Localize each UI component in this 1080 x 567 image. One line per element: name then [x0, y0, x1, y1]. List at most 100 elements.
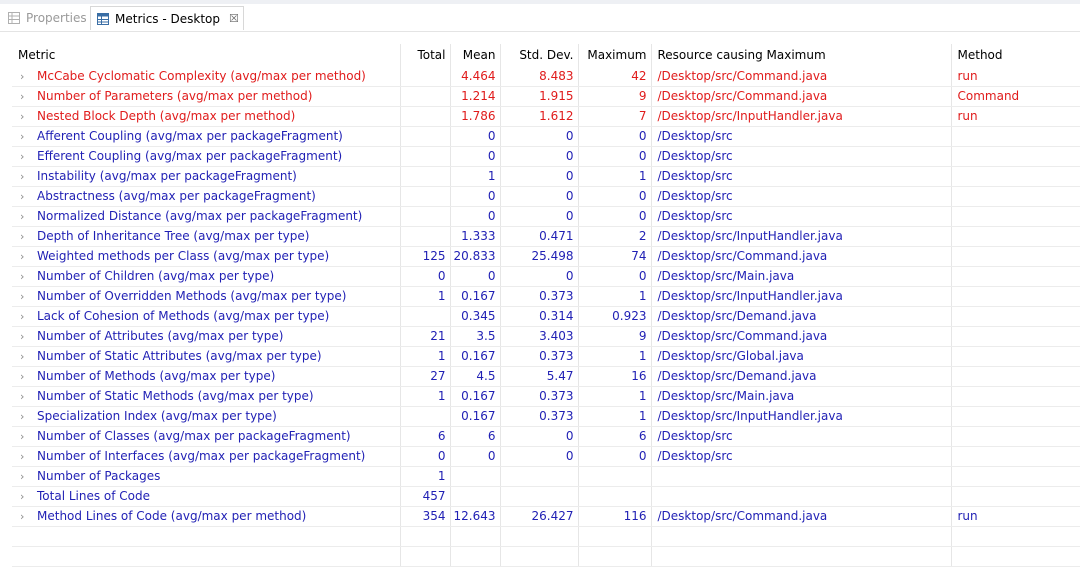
table-row[interactable]: › Nested Block Depth (avg/max per method)… — [12, 106, 1080, 127]
cell-method — [951, 266, 1080, 287]
cell-stddev — [500, 486, 579, 507]
chevron-right-icon[interactable]: › — [20, 490, 30, 503]
cell-total — [400, 106, 451, 127]
table-row[interactable]: › Specialization Index (avg/max per type)… — [12, 406, 1080, 427]
chevron-right-icon[interactable]: › — [20, 370, 30, 383]
chevron-right-icon[interactable]: › — [20, 210, 30, 223]
cell-metric: › Efferent Coupling (avg/max per packageF… — [12, 146, 401, 167]
cell-maximum: 6 — [578, 426, 652, 447]
table-row[interactable]: › Number of Attributes (avg/max per type)… — [12, 326, 1080, 347]
table-row[interactable]: › Number of Parameters (avg/max per metho… — [12, 86, 1080, 107]
metric-label: Weighted methods per Class (avg/max per … — [37, 249, 330, 263]
empty-cell — [500, 546, 579, 567]
chevron-right-icon[interactable]: › — [20, 270, 30, 283]
table-row[interactable]: › Total Lines of Code 457 — [12, 486, 1080, 507]
metric-label: Method Lines of Code (avg/max per method… — [37, 509, 307, 523]
chevron-right-icon[interactable]: › — [20, 450, 30, 463]
chevron-right-icon[interactable]: › — [20, 510, 30, 523]
cell-total: 1 — [400, 346, 451, 367]
cell-maximum: 0 — [578, 446, 652, 467]
table-row[interactable]: › Number of Packages 1 — [12, 466, 1080, 487]
metric-label: Lack of Cohesion of Methods (avg/max per… — [37, 309, 330, 323]
cell-total: 6 — [400, 426, 451, 447]
chevron-right-icon[interactable]: › — [20, 190, 30, 203]
table-row[interactable]: › Number of Overridden Methods (avg/max p… — [12, 286, 1080, 307]
column-header-total[interactable]: Total — [400, 44, 451, 66]
chevron-right-icon[interactable]: › — [20, 130, 30, 143]
metric-label: Number of Static Methods (avg/max per ty… — [37, 389, 314, 403]
table-row[interactable]: › McCabe Cyclomatic Complexity (avg/max p… — [12, 66, 1080, 87]
chevron-right-icon[interactable]: › — [20, 110, 30, 123]
chevron-right-icon[interactable]: › — [20, 390, 30, 403]
cell-mean: 0 — [450, 446, 501, 467]
chevron-right-icon[interactable]: › — [20, 230, 30, 243]
cell-method — [951, 226, 1080, 247]
cell-stddev: 0.373 — [500, 286, 579, 307]
column-header-maximum[interactable]: Maximum — [578, 44, 652, 66]
chevron-right-icon[interactable]: › — [20, 90, 30, 103]
table-row[interactable]: › Depth of Inheritance Tree (avg/max per … — [12, 226, 1080, 247]
cell-total: 21 — [400, 326, 451, 347]
table-row[interactable]: › Weighted methods per Class (avg/max per… — [12, 246, 1080, 267]
cell-maximum: 1 — [578, 286, 652, 307]
cell-total: 0 — [400, 266, 451, 287]
chevron-right-icon[interactable]: › — [20, 290, 30, 303]
chevron-right-icon[interactable]: › — [20, 170, 30, 183]
cell-mean: 12.643 — [450, 506, 501, 527]
table-row[interactable]: › Method Lines of Code (avg/max per metho… — [12, 506, 1080, 527]
table-row[interactable]: › Number of Classes (avg/max per packageF… — [12, 426, 1080, 447]
cell-metric: › Number of Static Attributes (avg/max pe… — [12, 346, 401, 367]
empty-cell — [951, 526, 1080, 547]
cell-resource: /Desktop/src/InputHandler.java — [651, 226, 952, 247]
tab-properties[interactable]: Properties — [2, 6, 90, 30]
table-row[interactable]: › Number of Static Attributes (avg/max pe… — [12, 346, 1080, 367]
table-row[interactable]: › Number of Interfaces (avg/max per packa… — [12, 446, 1080, 467]
cell-mean: 1.214 — [450, 86, 501, 107]
cell-method — [951, 446, 1080, 467]
table-row[interactable]: › Efferent Coupling (avg/max per packageF… — [12, 146, 1080, 167]
chevron-right-icon[interactable]: › — [20, 310, 30, 323]
chevron-right-icon[interactable]: › — [20, 70, 30, 83]
table-row[interactable]: › Number of Static Methods (avg/max per t… — [12, 386, 1080, 407]
chevron-right-icon[interactable]: › — [20, 350, 30, 363]
chevron-right-icon[interactable]: › — [20, 330, 30, 343]
chevron-right-icon[interactable]: › — [20, 150, 30, 163]
table-row[interactable]: › Afferent Coupling (avg/max per packageF… — [12, 126, 1080, 147]
cell-mean: 6 — [450, 426, 501, 447]
cell-resource: /Desktop/src/Command.java — [651, 506, 952, 527]
tab-metrics[interactable]: Metrics - Desktop ☒ — [90, 6, 244, 30]
metric-label: Afferent Coupling (avg/max per packageFr… — [37, 129, 343, 143]
table-row[interactable]: › Instability (avg/max per packageFragmen… — [12, 166, 1080, 187]
chevron-right-icon[interactable]: › — [20, 410, 30, 423]
cell-maximum: 0 — [578, 146, 652, 167]
chevron-right-icon[interactable]: › — [20, 250, 30, 263]
cell-mean — [450, 486, 501, 507]
cell-maximum: 0 — [578, 126, 652, 147]
cell-maximum — [578, 466, 652, 487]
cell-maximum: 2 — [578, 226, 652, 247]
column-header-method[interactable]: Method — [951, 44, 1080, 66]
cell-method: run — [951, 106, 1080, 127]
cell-maximum: 1 — [578, 166, 652, 187]
column-header-mean[interactable]: Mean — [450, 44, 501, 66]
cell-metric: › Nested Block Depth (avg/max per method) — [12, 106, 401, 127]
cell-resource: /Desktop/src/InputHandler.java — [651, 406, 952, 427]
column-header-stddev[interactable]: Std. Dev. — [500, 44, 579, 66]
cell-method — [951, 206, 1080, 227]
table-row[interactable]: › Normalized Distance (avg/max per packag… — [12, 206, 1080, 227]
table-row[interactable]: › Lack of Cohesion of Methods (avg/max pe… — [12, 306, 1080, 327]
cell-total — [400, 186, 451, 207]
table-row[interactable]: › Number of Children (avg/max per type) 0 0… — [12, 266, 1080, 287]
cell-stddev: 5.47 — [500, 366, 579, 387]
table-row[interactable]: › Number of Methods (avg/max per type) 27 4… — [12, 366, 1080, 387]
chevron-right-icon[interactable]: › — [20, 430, 30, 443]
cell-metric: › Normalized Distance (avg/max per packag… — [12, 206, 401, 227]
cell-method — [951, 366, 1080, 387]
table-row[interactable]: › Abstractness (avg/max per packageFragme… — [12, 186, 1080, 207]
cell-mean: 0.345 — [450, 306, 501, 327]
column-header-metric[interactable]: Metric — [12, 44, 401, 66]
close-icon[interactable]: ☒ — [229, 12, 239, 25]
chevron-right-icon[interactable]: › — [20, 470, 30, 483]
column-header-resource[interactable]: Resource causing Maximum — [651, 44, 952, 66]
empty-row — [12, 546, 1080, 567]
